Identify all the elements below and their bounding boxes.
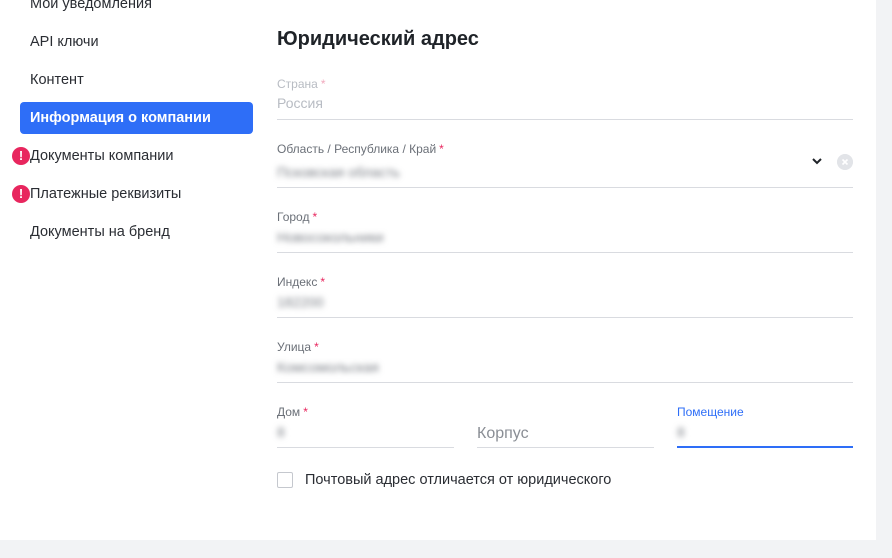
building-placeholder: Корпус [477,425,529,442]
scrollbar-track[interactable] [876,0,892,558]
sidebar-item-label: Контент [30,72,84,88]
city-label: Город * [277,210,318,224]
house-field[interactable]: Дом * 8 [277,404,454,448]
postal-address-checkbox-label[interactable]: Почтовый адрес отличается от юридическог… [305,472,611,488]
sidebar-item-label: Мои уведомления [30,0,152,12]
sidebar-item-label: Информация о компании [30,110,211,126]
street-field[interactable]: Улица * Комсомольская [277,339,853,383]
room-field[interactable]: Помещение 8 [677,404,853,448]
room-label: Помещение [677,405,744,419]
building-field[interactable]: Корпус [477,404,654,448]
sidebar-item-api-keys[interactable]: API ключи [20,26,253,58]
sidebar: Мои уведомления API ключи Контент Информ… [0,0,260,540]
room-value: 8 [677,424,685,440]
index-field[interactable]: Индекс * 182200 [277,274,853,318]
street-value: Комсомольская [277,359,379,375]
alert-icon: ! [12,147,30,165]
postal-address-checkbox[interactable] [277,472,293,488]
city-value: Новосокольники [277,229,384,245]
country-value: Россия [277,95,323,111]
region-value: Псковская область [277,164,400,180]
alert-icon: ! [12,185,30,203]
page-title: Юридический адрес [277,28,479,50]
region-label: Область / Республика / Край * [277,142,444,156]
country-field: Страна * Россия [277,76,853,120]
sidebar-item-label: Документы компании [30,148,174,164]
sidebar-item-label: Платежные реквизиты [30,186,182,202]
settings-panel: Мои уведомления API ключи Контент Информ… [0,0,876,540]
street-label: Улица * [277,340,319,354]
region-select[interactable]: Область / Республика / Край * Псковская о… [277,141,853,188]
house-value: 8 [277,424,285,440]
city-field[interactable]: Город * Новосокольники [277,209,853,253]
sidebar-item-label: Документы на бренд [30,224,170,240]
sidebar-item-content[interactable]: Контент [20,64,253,96]
sidebar-item-notifications[interactable]: Мои уведомления [20,0,253,20]
index-value: 182200 [277,294,324,310]
clear-icon[interactable] [837,154,853,170]
sidebar-item-brand-documents[interactable]: Документы на бренд [20,216,253,248]
sidebar-item-company-info[interactable]: Информация о компании [20,102,253,134]
sidebar-item-company-documents[interactable]: ! Документы компании [12,140,253,172]
chevron-down-icon[interactable] [811,155,823,167]
index-label: Индекс * [277,275,325,289]
sidebar-item-payment-details[interactable]: ! Платежные реквизиты [12,178,253,210]
country-label: Страна * [277,77,326,91]
sidebar-item-label: API ключи [30,34,99,50]
house-label: Дом * [277,405,308,419]
